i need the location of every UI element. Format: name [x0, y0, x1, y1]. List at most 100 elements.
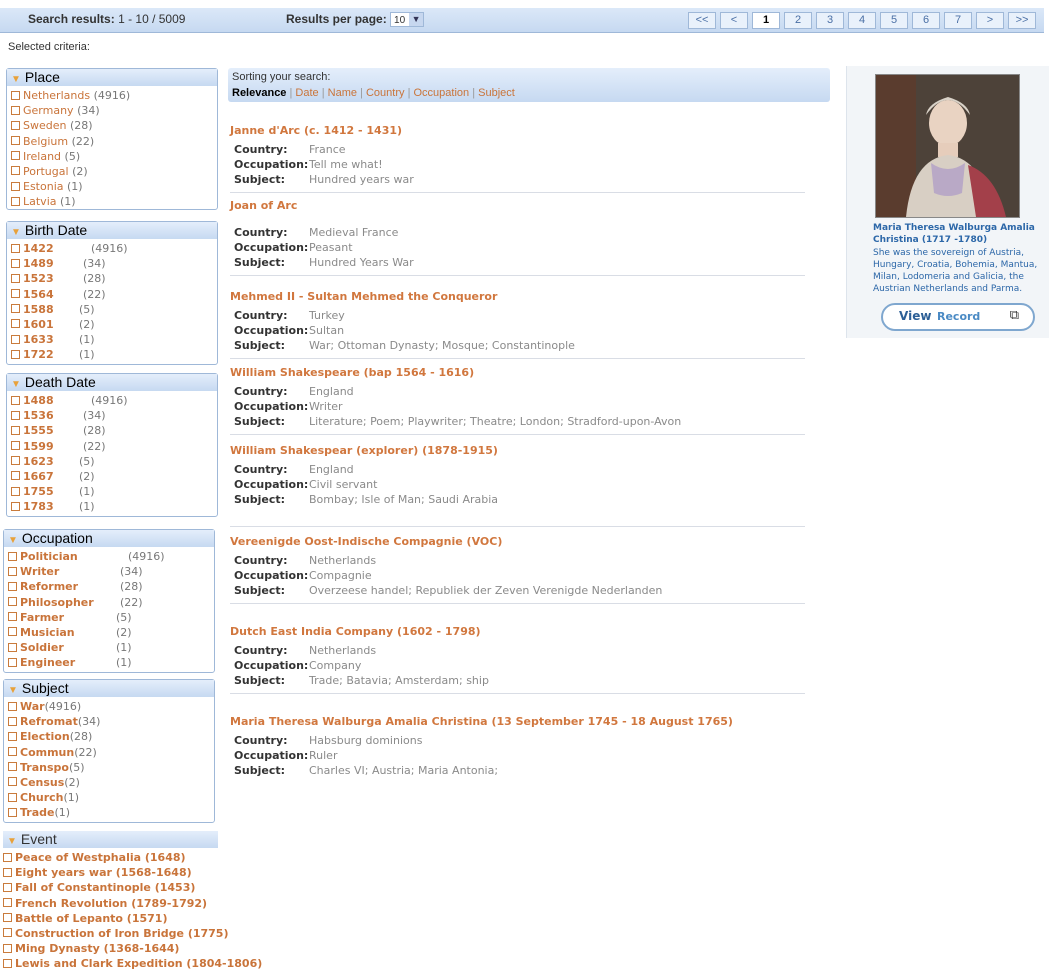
checkbox-icon[interactable]	[11, 319, 20, 329]
result-title[interactable]: Janne d'Arc (c. 1412 - 1431)	[230, 124, 805, 137]
facet-item[interactable]: Engineer (1)	[8, 655, 214, 670]
event-item[interactable]: Lewis and Clark Expedition (1804-1806)	[3, 956, 262, 971]
checkbox-icon[interactable]	[11, 90, 20, 100]
facet-item[interactable]: 1489 (34)	[11, 256, 217, 271]
checkbox-icon[interactable]	[8, 642, 17, 652]
facet-header-death-date[interactable]: ▼ Death Date	[7, 374, 217, 391]
event-item[interactable]: Peace of Westphalia (1648)	[3, 850, 218, 865]
facet-item[interactable]: 1523 (28)	[11, 271, 217, 286]
sort-option-active[interactable]: Relevance	[232, 87, 286, 99]
facet-item[interactable]: Refromat(34)	[8, 714, 214, 729]
sort-option[interactable]: Occupation	[414, 87, 470, 99]
page-button[interactable]: 7	[944, 12, 972, 29]
checkbox-icon[interactable]	[11, 501, 20, 511]
checkbox-icon[interactable]	[11, 441, 20, 451]
checkbox-icon[interactable]	[11, 243, 20, 253]
page-button[interactable]: 5	[880, 12, 908, 29]
view-record-button[interactable]: View Record ⧉	[881, 303, 1035, 331]
checkbox-icon[interactable]	[11, 425, 20, 435]
sort-option[interactable]: Name	[328, 87, 357, 99]
checkbox-icon[interactable]	[8, 657, 17, 667]
checkbox-icon[interactable]	[8, 566, 17, 576]
facet-item[interactable]: 1588 (5)	[11, 302, 217, 317]
checkbox-icon[interactable]	[11, 273, 20, 283]
checkbox-icon[interactable]	[11, 151, 20, 161]
facet-item[interactable]: 1722 (1)	[11, 347, 217, 362]
checkbox-icon[interactable]	[11, 196, 20, 206]
checkbox-icon[interactable]	[8, 716, 17, 726]
checkbox-icon[interactable]	[3, 943, 12, 953]
checkbox-icon[interactable]	[3, 882, 12, 892]
event-item[interactable]: Battle of Lepanto (1571)	[3, 911, 218, 926]
facet-item[interactable]: Sweden (28)	[11, 118, 217, 133]
page-button[interactable]: >	[976, 12, 1004, 29]
checkbox-icon[interactable]	[8, 551, 17, 561]
facet-header-event[interactable]: ▼ Event	[3, 831, 218, 848]
page-button[interactable]: <<	[688, 12, 716, 29]
checkbox-icon[interactable]	[8, 627, 17, 637]
page-button[interactable]: 3	[816, 12, 844, 29]
checkbox-icon[interactable]	[8, 762, 17, 772]
result-title[interactable]: William Shakespear (explorer) (1878-1915…	[230, 444, 805, 457]
facet-item[interactable]: 1623 (5)	[11, 454, 217, 469]
page-button[interactable]: >>	[1008, 12, 1036, 29]
checkbox-icon[interactable]	[8, 701, 17, 711]
facet-item[interactable]: Census(2)	[8, 775, 214, 790]
checkbox-icon[interactable]	[11, 349, 20, 359]
facet-item[interactable]: Farmer (5)	[8, 610, 214, 625]
facet-item[interactable]: War(4916)	[8, 699, 214, 714]
checkbox-icon[interactable]	[3, 852, 12, 862]
facet-item[interactable]: 1667 (2)	[11, 469, 217, 484]
result-title[interactable]: Vereenigde Oost-Indische Compagnie (VOC)	[230, 535, 805, 548]
facet-item[interactable]: Estonia (1)	[11, 179, 217, 194]
facet-item[interactable]: Portugal (2)	[11, 164, 217, 179]
checkbox-icon[interactable]	[11, 410, 20, 420]
facet-header-birth-date[interactable]: ▼ Birth Date	[7, 222, 217, 239]
checkbox-icon[interactable]	[3, 867, 12, 877]
checkbox-icon[interactable]	[3, 928, 12, 938]
facet-item[interactable]: 1555 (28)	[11, 423, 217, 438]
facet-item[interactable]: Commun(22)	[8, 745, 214, 760]
result-title[interactable]: Maria Theresa Walburga Amalia Christina …	[230, 715, 805, 728]
checkbox-icon[interactable]	[11, 136, 20, 146]
results-per-page-select[interactable]: 10 ▼	[390, 12, 425, 28]
sort-option[interactable]: Date	[295, 87, 318, 99]
checkbox-icon[interactable]	[11, 395, 20, 405]
page-button[interactable]: 2	[784, 12, 812, 29]
checkbox-icon[interactable]	[11, 166, 20, 176]
checkbox-icon[interactable]	[8, 612, 17, 622]
checkbox-icon[interactable]	[8, 792, 17, 802]
checkbox-icon[interactable]	[11, 456, 20, 466]
facet-item[interactable]: Reformer (28)	[8, 579, 214, 594]
result-title[interactable]: Joan of Arc	[230, 199, 805, 212]
checkbox-icon[interactable]	[3, 898, 12, 908]
facet-item[interactable]: Transpo(5)	[8, 760, 214, 775]
facet-item[interactable]: 1599 (22)	[11, 439, 217, 454]
page-button[interactable]: 6	[912, 12, 940, 29]
facet-item[interactable]: 1488 (4916)	[11, 393, 217, 408]
facet-item[interactable]: Latvia (1)	[11, 194, 217, 209]
checkbox-icon[interactable]	[8, 777, 17, 787]
checkbox-icon[interactable]	[3, 958, 12, 968]
facet-item[interactable]: Musician (2)	[8, 625, 214, 640]
facet-header-subject[interactable]: ▼ Subject	[4, 680, 214, 697]
result-title[interactable]: Dutch East India Company (1602 - 1798)	[230, 625, 805, 638]
checkbox-icon[interactable]	[11, 334, 20, 344]
checkbox-icon[interactable]	[11, 304, 20, 314]
featured-title[interactable]: Maria Theresa Walburga Amalia Christina …	[873, 222, 1045, 246]
facet-item[interactable]: Trade(1)	[8, 805, 214, 820]
checkbox-icon[interactable]	[8, 581, 17, 591]
checkbox-icon[interactable]	[8, 807, 17, 817]
checkbox-icon[interactable]	[8, 597, 17, 607]
page-button[interactable]: <	[720, 12, 748, 29]
facet-item[interactable]: Politician (4916)	[8, 549, 214, 564]
facet-item[interactable]: Germany (34)	[11, 103, 217, 118]
checkbox-icon[interactable]	[8, 747, 17, 757]
facet-item[interactable]: Church(1)	[8, 790, 214, 805]
event-item[interactable]: Ming Dynasty (1368-1644)	[3, 941, 218, 956]
facet-header-place[interactable]: ▼ Place	[7, 69, 217, 86]
facet-item[interactable]: 1783 (1)	[11, 499, 217, 514]
checkbox-icon[interactable]	[11, 120, 20, 130]
facet-item[interactable]: Election(28)	[8, 729, 214, 744]
facet-item[interactable]: 1601 (2)	[11, 317, 217, 332]
